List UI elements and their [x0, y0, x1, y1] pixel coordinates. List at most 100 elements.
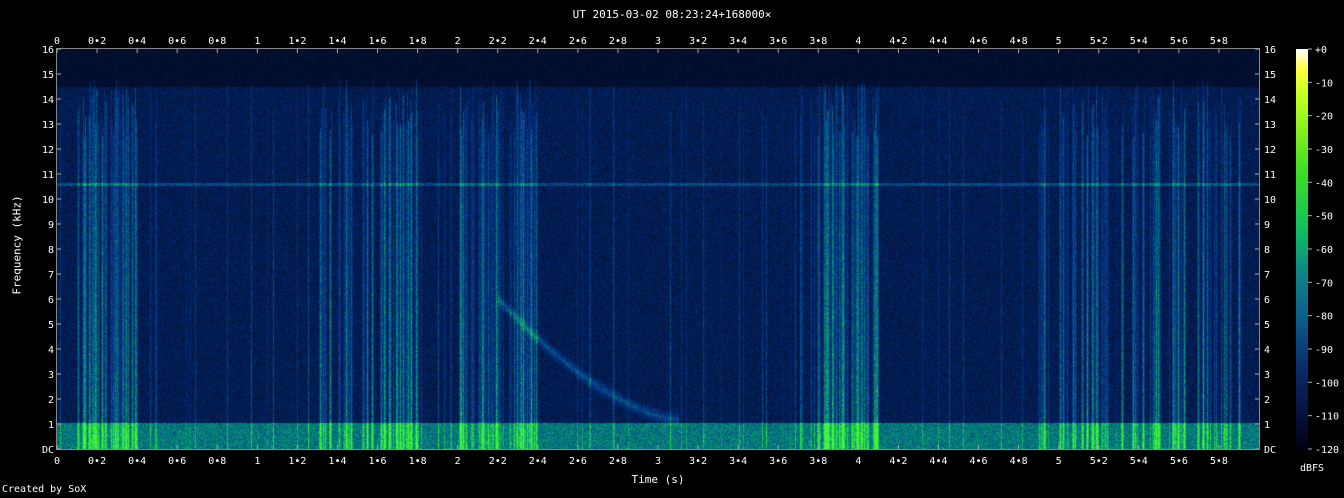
x-tick-label-top: 1•4 [328, 36, 346, 47]
y-tick-label-left: DC [42, 445, 54, 456]
y-tick-label-right: 3 [1264, 370, 1270, 381]
x-tick-label-bottom: 3•6 [769, 456, 787, 467]
created-by-credit: Created by SoX [2, 484, 87, 495]
y-tick-label-right: 8 [1264, 245, 1270, 256]
x-tick-label-top: 0•4 [128, 36, 146, 47]
y-tick-label-left: 8 [48, 245, 54, 256]
x-tick-label-bottom: 3•4 [729, 456, 747, 467]
x-tick-label-top: 3•8 [809, 36, 827, 47]
plot-frame [56, 48, 1260, 450]
x-tick-label-top: 5•4 [1130, 36, 1148, 47]
y-tick-label-right: 2 [1264, 395, 1270, 406]
x-tick-label-bottom: 2•6 [569, 456, 587, 467]
x-tick-label-top: 1 [254, 36, 260, 47]
y-tick-label-right: 13 [1264, 120, 1276, 131]
x-tick-label-bottom: 5•4 [1130, 456, 1148, 467]
x-tick-label-bottom: 0•2 [88, 456, 106, 467]
x-tick-label-bottom: 2•4 [529, 456, 547, 467]
x-tick-label-top: 0•6 [168, 36, 186, 47]
colorbar-tick-label: -90 [1315, 345, 1333, 356]
x-tick-label-bottom: 1 [254, 456, 260, 467]
x-tick-label-bottom: 0•4 [128, 456, 146, 467]
y-tick-label-left: 15 [42, 70, 54, 81]
x-tick-label-bottom: 0•8 [208, 456, 226, 467]
x-tick-label-bottom: 0 [54, 456, 60, 467]
y-tick-label-right: 9 [1264, 220, 1270, 231]
x-tick-label-bottom: 5•8 [1210, 456, 1228, 467]
x-tick-label-top: 3•2 [689, 36, 707, 47]
x-tick-label-top: 2•8 [609, 36, 627, 47]
x-tick-label-top: 2•6 [569, 36, 587, 47]
x-tick-label-top: 5•6 [1170, 36, 1188, 47]
y-tick-label-left: 9 [48, 220, 54, 231]
y-tick-label-left: 5 [48, 320, 54, 331]
x-tick-label-bottom: 1•6 [369, 456, 387, 467]
y-tick-label-left: 14 [42, 95, 54, 106]
x-tick-label-top: 0•2 [88, 36, 106, 47]
colorbar [1296, 49, 1308, 449]
y-tick-label-left: 16 [42, 45, 54, 56]
colorbar-tick-label: -30 [1315, 145, 1333, 156]
colorbar-tick-label: -100 [1315, 378, 1339, 389]
x-tick-label-top: 4 [855, 36, 861, 47]
x-axis-label: Time (s) [631, 473, 685, 486]
y-tick-label-right: DC [1264, 445, 1276, 456]
y-tick-label-right: 6 [1264, 295, 1270, 306]
y-tick-label-right: 12 [1264, 145, 1276, 156]
y-tick-label-left: 10 [42, 195, 54, 206]
x-tick-label-bottom: 2•8 [609, 456, 627, 467]
x-tick-label-bottom: 1•2 [288, 456, 306, 467]
x-tick-label-bottom: 5•6 [1170, 456, 1188, 467]
colorbar-tick-label: -70 [1315, 278, 1333, 289]
y-tick-label-right: 5 [1264, 320, 1270, 331]
y-tick-label-right: 10 [1264, 195, 1276, 206]
colorbar-tick-label: -50 [1315, 212, 1333, 223]
x-tick-label-bottom: 4•2 [889, 456, 907, 467]
colorbar-tick-label: +0 [1315, 45, 1327, 56]
y-tick-label-right: 16 [1264, 45, 1276, 56]
colorbar-tick-label: -120 [1315, 445, 1339, 456]
x-tick-label-top: 1•6 [369, 36, 387, 47]
colorbar-tick-label: -80 [1315, 312, 1333, 323]
y-tick-label-left: 3 [48, 370, 54, 381]
x-tick-label-top: 5•2 [1090, 36, 1108, 47]
y-tick-label-left: 12 [42, 145, 54, 156]
x-tick-label-bottom: 4•8 [1010, 456, 1028, 467]
x-tick-label-top: 4•2 [889, 36, 907, 47]
x-tick-label-top: 0 [54, 36, 60, 47]
x-tick-label-top: 4•6 [970, 36, 988, 47]
x-tick-label-bottom: 1•8 [409, 456, 427, 467]
y-tick-label-right: 7 [1264, 270, 1270, 281]
x-tick-label-bottom: 3•2 [689, 456, 707, 467]
x-tick-label-top: 2•4 [529, 36, 547, 47]
x-tick-label-top: 5•8 [1210, 36, 1228, 47]
x-tick-label-top: 4•8 [1010, 36, 1028, 47]
x-tick-label-top: 5 [1056, 36, 1062, 47]
x-tick-label-bottom: 4•6 [970, 456, 988, 467]
x-tick-label-top: 3•6 [769, 36, 787, 47]
y-tick-label-left: 6 [48, 295, 54, 306]
x-tick-label-top: 1•8 [409, 36, 427, 47]
y-tick-label-left: 1 [48, 420, 54, 431]
y-axis-label: Frequency (kHz) [10, 195, 24, 295]
y-tick-label-left: 13 [42, 120, 54, 131]
x-tick-label-top: 1•2 [288, 36, 306, 47]
x-tick-label-top: 0•8 [208, 36, 226, 47]
x-tick-label-top: 3 [655, 36, 661, 47]
x-tick-label-top: 2 [455, 36, 461, 47]
x-tick-label-bottom: 0•6 [168, 456, 186, 467]
y-tick-label-right: 4 [1264, 345, 1270, 356]
x-tick-label-bottom: 2•2 [489, 456, 507, 467]
x-tick-label-bottom: 2 [455, 456, 461, 467]
x-tick-label-bottom: 5 [1056, 456, 1062, 467]
y-tick-label-right: 11 [1264, 170, 1276, 181]
x-tick-label-bottom: 3 [655, 456, 661, 467]
colorbar-unit-label: dBFS [1300, 463, 1325, 474]
colorbar-tick-label: -110 [1315, 412, 1339, 423]
x-tick-label-bottom: 4 [855, 456, 861, 467]
colorbar-tick-label: -20 [1315, 112, 1333, 123]
y-tick-label-left: 4 [48, 345, 54, 356]
x-tick-label-bottom: 4•4 [929, 456, 947, 467]
y-tick-label-left: 11 [42, 170, 54, 181]
colorbar-tick-label: -10 [1315, 78, 1333, 89]
